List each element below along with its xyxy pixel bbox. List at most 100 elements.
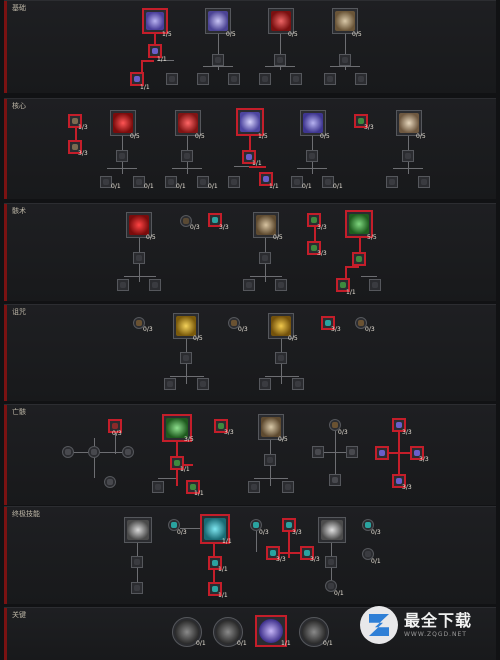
rank-counter: 0/1 [144, 183, 154, 190]
passive-node[interactable] [312, 446, 324, 458]
skill-node[interactable] [124, 517, 152, 543]
section-marker [4, 1, 7, 93]
skill-upgrade-node[interactable] [131, 556, 143, 568]
skill-upgrade-node[interactable] [275, 279, 287, 291]
skill-upgrade-node[interactable] [290, 73, 302, 85]
passive-icon [349, 449, 355, 455]
skill-upgrade-node[interactable] [131, 582, 143, 594]
skill-upgrade-node[interactable] [149, 279, 161, 291]
skill-upgrade-node[interactable] [386, 176, 398, 188]
skill-upgrade-node[interactable] [152, 481, 164, 493]
skill-node[interactable] [236, 108, 264, 136]
rank-counter: 0/5 [226, 31, 236, 38]
skill-upgrade-node[interactable] [264, 454, 276, 466]
rank-counter: 0/5 [130, 133, 140, 140]
skill-upgrade-node[interactable] [292, 378, 304, 390]
decrepify-icon [176, 316, 196, 336]
skill-upgrade-node[interactable] [306, 150, 318, 162]
rank-counter: 0/3 [112, 430, 122, 437]
passive-node[interactable] [104, 476, 116, 488]
rank-counter: 3/3 [419, 456, 429, 463]
skill-upgrade-node[interactable] [180, 352, 192, 364]
skill-upgrade-node[interactable] [275, 352, 287, 364]
upgrade-icon [200, 381, 206, 387]
section-title: 关键 [12, 611, 26, 619]
upgrade-icon [215, 57, 221, 63]
upgrade-icon [365, 551, 371, 557]
passive-node[interactable] [329, 474, 341, 486]
skill-upgrade-node[interactable] [212, 54, 224, 66]
bone-shard-icon [146, 12, 164, 30]
section-title: 基础 [12, 4, 26, 12]
skill-upgrade-node[interactable] [197, 73, 209, 85]
hemorrhage-icon [271, 11, 291, 31]
skill-upgrade-node[interactable] [259, 378, 271, 390]
skill-upgrade-node[interactable] [274, 54, 286, 66]
passive-icon [212, 217, 218, 223]
upgrade-icon [251, 484, 257, 490]
skill-upgrade-node[interactable] [324, 73, 336, 85]
skill-upgrade-node[interactable] [418, 176, 430, 188]
passive-icon [396, 422, 402, 428]
skill-upgrade-node[interactable] [116, 150, 128, 162]
skill-upgrade-node[interactable] [243, 279, 255, 291]
upgrade-icon [120, 282, 126, 288]
skill-upgrade-node[interactable] [181, 150, 193, 162]
skill-upgrade-node[interactable] [259, 73, 271, 85]
passive-node[interactable] [122, 446, 134, 458]
blight-icon [178, 113, 198, 133]
skill-upgrade-node[interactable] [369, 279, 381, 291]
section-title: 终极技能 [12, 510, 40, 518]
skill-upgrade-node[interactable] [197, 378, 209, 390]
upgrade-icon [405, 153, 411, 159]
rank-counter: 0/1 [208, 183, 218, 190]
skill-upgrade-node[interactable] [282, 481, 294, 493]
passive-icon [107, 479, 113, 485]
skill-upgrade-node[interactable] [164, 378, 176, 390]
rank-counter: 3/3 [317, 250, 327, 257]
skill-node[interactable] [318, 517, 346, 543]
skill-upgrade-node[interactable] [325, 556, 337, 568]
skill-upgrade-node[interactable] [402, 150, 414, 162]
passive-icon [332, 477, 338, 483]
upgrade-icon [103, 179, 109, 185]
upgrade-icon [267, 457, 273, 463]
passive-node[interactable] [88, 446, 100, 458]
rank-counter: 1/3 [78, 124, 88, 131]
rank-counter: 0/5 [193, 335, 203, 342]
skill-upgrade-node[interactable] [259, 252, 271, 264]
rank-counter: 0/5 [320, 133, 330, 140]
rank-counter: 3/3 [219, 224, 229, 231]
rank-counter: 3/3 [402, 484, 412, 491]
golem-icon [261, 417, 281, 437]
skill-upgrade-node[interactable] [248, 481, 260, 493]
passive-node[interactable] [375, 446, 389, 460]
rank-counter: 0/3 [371, 529, 381, 536]
upgrade-icon [295, 381, 301, 387]
rank-counter: 1/5 [258, 133, 268, 140]
passive-node[interactable] [62, 446, 74, 458]
skill-upgrade-node[interactable] [117, 279, 129, 291]
passive-node[interactable] [346, 446, 358, 458]
skill-upgrade-node[interactable] [352, 252, 366, 266]
skill-upgrade-node[interactable] [228, 176, 240, 188]
skill-upgrade-node[interactable] [339, 54, 351, 66]
rank-counter: 0/1 [333, 183, 343, 190]
upgrade-icon [263, 176, 269, 182]
passive-icon [311, 217, 317, 223]
rank-counter: 0/5 [416, 133, 426, 140]
upgrade-icon [168, 179, 174, 185]
blood-wave-icon [204, 518, 226, 540]
skill-upgrade-node[interactable] [166, 73, 178, 85]
passive-icon [332, 422, 338, 428]
upgrade-icon [327, 76, 333, 82]
rank-counter: 0/1 [371, 558, 381, 565]
upgrade-icon [278, 355, 284, 361]
skill-upgrade-node[interactable] [228, 73, 240, 85]
skill-upgrade-node[interactable] [355, 73, 367, 85]
army-of-the-dead-icon [166, 418, 188, 438]
upgrade-icon [340, 282, 346, 288]
skill-upgrade-node[interactable] [133, 252, 145, 264]
rank-counter: 0/1 [176, 183, 186, 190]
rank-counter: 1/5 [162, 31, 172, 38]
